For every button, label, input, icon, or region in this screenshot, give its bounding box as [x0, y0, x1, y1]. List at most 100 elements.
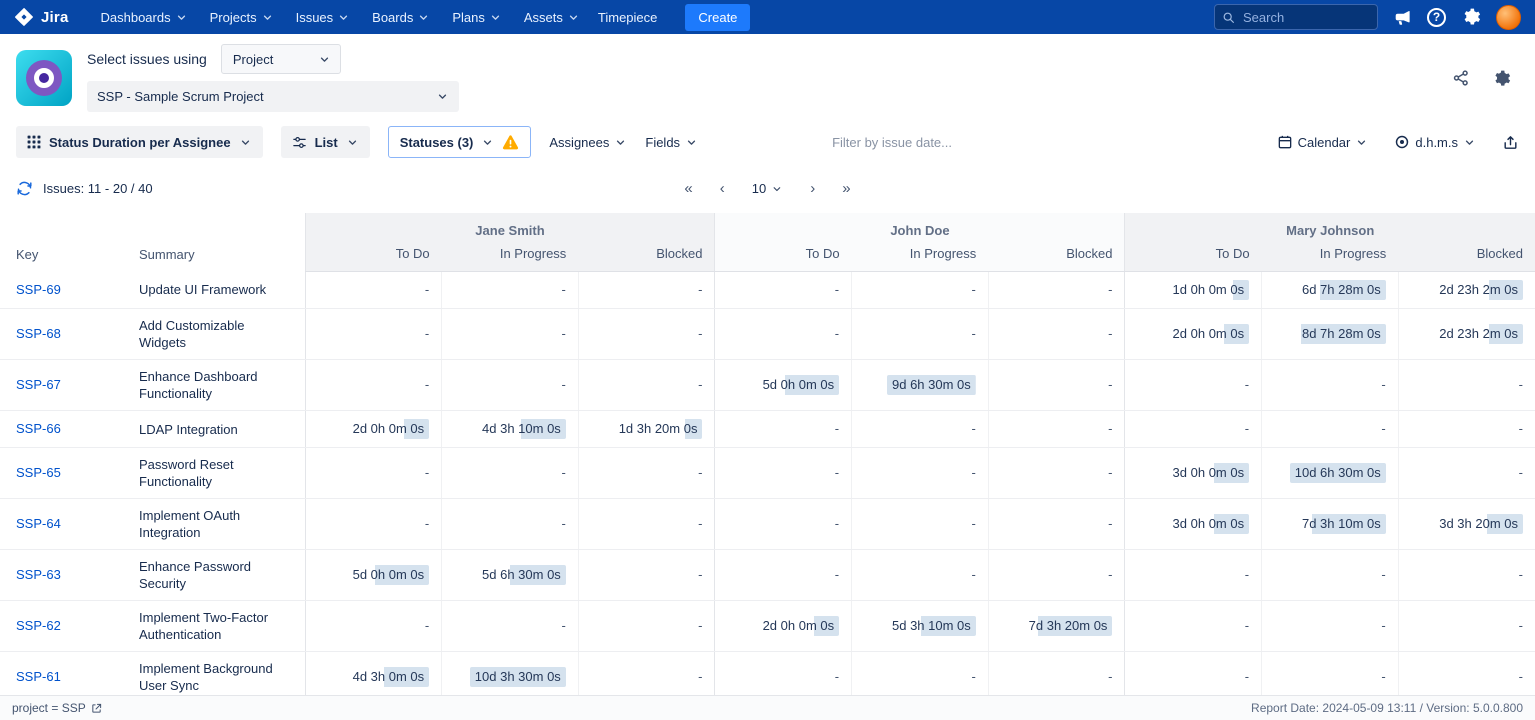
first-page-button[interactable]: «: [684, 180, 692, 197]
help-button[interactable]: ?: [1427, 8, 1446, 27]
assignee-group-john-doe: John Doe: [715, 213, 1125, 242]
duration-value: 7d 3h 10m 0s: [1297, 514, 1386, 534]
project-selected-value: SSP - Sample Scrum Project: [97, 89, 264, 104]
report-settings-button[interactable]: [1492, 69, 1511, 88]
jql-filter-link[interactable]: project = SSP: [12, 701, 102, 715]
duration-cell: 5d 0h 0m 0s: [305, 550, 442, 601]
empty-duration: -: [1108, 567, 1112, 582]
announcements-button[interactable]: [1393, 8, 1412, 27]
issue-key-link[interactable]: SSP-62: [16, 618, 61, 633]
page-size-select[interactable]: 10: [752, 181, 783, 196]
issue-date-filter-input[interactable]: Filter by issue date...: [832, 135, 952, 150]
assignees-filter-button[interactable]: Assignees: [549, 135, 627, 150]
key-column-header: Key: [0, 213, 135, 272]
issue-key-link[interactable]: SSP-65: [16, 465, 61, 480]
issue-row: SSP-62Implement Two-Factor Authenticatio…: [0, 601, 1535, 652]
duration-cell: -: [852, 309, 989, 360]
empty-duration: -: [971, 516, 975, 531]
view-mode-selector[interactable]: List: [281, 126, 370, 158]
duration-cell: -: [1262, 360, 1399, 411]
gear-icon: [1492, 69, 1511, 88]
calendar-selector-button[interactable]: Calendar: [1277, 134, 1369, 150]
status-column-header: In Progress: [442, 242, 579, 272]
prev-page-button[interactable]: ‹: [720, 180, 725, 197]
empty-duration: -: [425, 465, 429, 480]
duration-cell: -: [852, 411, 989, 448]
share-icon: [1452, 69, 1470, 87]
status-column-header: To Do: [1125, 242, 1262, 272]
chevron-down-icon: [685, 136, 698, 149]
nav-right-cluster: ?: [1214, 4, 1521, 30]
duration-cell: 1d 3h 20m 0s: [578, 411, 715, 448]
jira-logo[interactable]: Jira: [14, 7, 69, 27]
report-type-label: Status Duration per Assignee: [49, 135, 231, 150]
duration-cell: 7d 3h 20m 0s: [988, 601, 1125, 652]
empty-duration: -: [1381, 669, 1385, 684]
nav-item-assets[interactable]: Assets: [524, 8, 580, 27]
create-button[interactable]: Create: [685, 4, 750, 31]
next-page-button[interactable]: ›: [810, 180, 815, 197]
empty-duration: -: [971, 282, 975, 297]
sliders-icon: [292, 135, 307, 150]
issue-row: SSP-65Password Reset Functionality------…: [0, 448, 1535, 499]
empty-duration: -: [1108, 282, 1112, 297]
empty-duration: -: [835, 326, 839, 341]
empty-duration: -: [971, 465, 975, 480]
empty-duration: -: [425, 618, 429, 633]
duration-value: 7d 3h 20m 0s: [1024, 616, 1113, 636]
issue-key-link[interactable]: SSP-63: [16, 567, 61, 582]
chevron-down-icon: [346, 136, 359, 149]
app-logo-blob: [26, 60, 62, 96]
duration-value: 2d 0h 0m 0s: [1168, 324, 1250, 344]
project-select[interactable]: SSP - Sample Scrum Project: [87, 81, 459, 112]
user-avatar[interactable]: [1496, 5, 1521, 30]
last-page-button[interactable]: »: [842, 180, 850, 197]
fields-selector-button[interactable]: Fields: [645, 135, 698, 150]
nav-item-timepiece[interactable]: Timepiece: [598, 8, 657, 27]
settings-button[interactable]: [1461, 7, 1481, 27]
duration-cell: -: [715, 272, 852, 309]
duration-format-selector[interactable]: d.h.m.s: [1394, 134, 1476, 150]
issue-key-link[interactable]: SSP-67: [16, 377, 61, 392]
empty-duration: -: [835, 516, 839, 531]
duration-cell: -: [1398, 601, 1535, 652]
nav-item-dashboards[interactable]: Dashboards: [101, 8, 188, 27]
duration-cell: -: [442, 601, 579, 652]
search-input[interactable]: [1214, 4, 1378, 30]
duration-cell: 9d 6h 30m 0s: [852, 360, 989, 411]
duration-cell: -: [715, 550, 852, 601]
duration-cell: 6d 7h 28m 0s: [1262, 272, 1399, 309]
summary-column-header: Summary: [135, 213, 305, 272]
top-navigation: Jira Dashboards Projects Issues Boards Plans…: [0, 0, 1535, 34]
duration-cell: -: [852, 272, 989, 309]
duration-cell: -: [578, 309, 715, 360]
status-duration-table: Key Summary Jane Smith John Doe Mary Joh…: [0, 213, 1535, 720]
duration-value: 2d 0h 0m 0s: [758, 616, 840, 636]
share-button[interactable]: [1452, 69, 1470, 87]
nav-item-plans[interactable]: Plans: [452, 8, 502, 27]
issue-key-link[interactable]: SSP-64: [16, 516, 61, 531]
nav-item-issues[interactable]: Issues: [296, 8, 351, 27]
issue-key-link[interactable]: SSP-61: [16, 669, 61, 684]
duration-cell: -: [1125, 550, 1262, 601]
issue-source-mode-select[interactable]: Project: [221, 44, 341, 74]
duration-value: 2d 23h 2m 0s: [1434, 280, 1523, 300]
nav-item-projects[interactable]: Projects: [210, 8, 274, 27]
statuses-filter-button[interactable]: Statuses (3): [388, 126, 532, 158]
export-button[interactable]: [1502, 134, 1519, 151]
report-type-selector[interactable]: Status Duration per Assignee: [16, 126, 263, 158]
issue-key-link[interactable]: SSP-68: [16, 326, 61, 341]
issue-summary: Implement OAuth Integration: [135, 499, 305, 550]
issue-summary: Enhance Password Security: [135, 550, 305, 601]
empty-duration: -: [835, 282, 839, 297]
refresh-button[interactable]: [16, 180, 33, 197]
duration-cell: -: [442, 272, 579, 309]
nav-item-boards[interactable]: Boards: [372, 8, 430, 27]
gear-icon: [1461, 7, 1481, 27]
issue-key-link[interactable]: SSP-66: [16, 421, 61, 436]
nav-item-label: Issues: [296, 10, 334, 25]
empty-duration: -: [1381, 377, 1385, 392]
duration-cell: 5d 3h 10m 0s: [852, 601, 989, 652]
external-link-icon: [91, 703, 102, 714]
issue-key-link[interactable]: SSP-69: [16, 282, 61, 297]
